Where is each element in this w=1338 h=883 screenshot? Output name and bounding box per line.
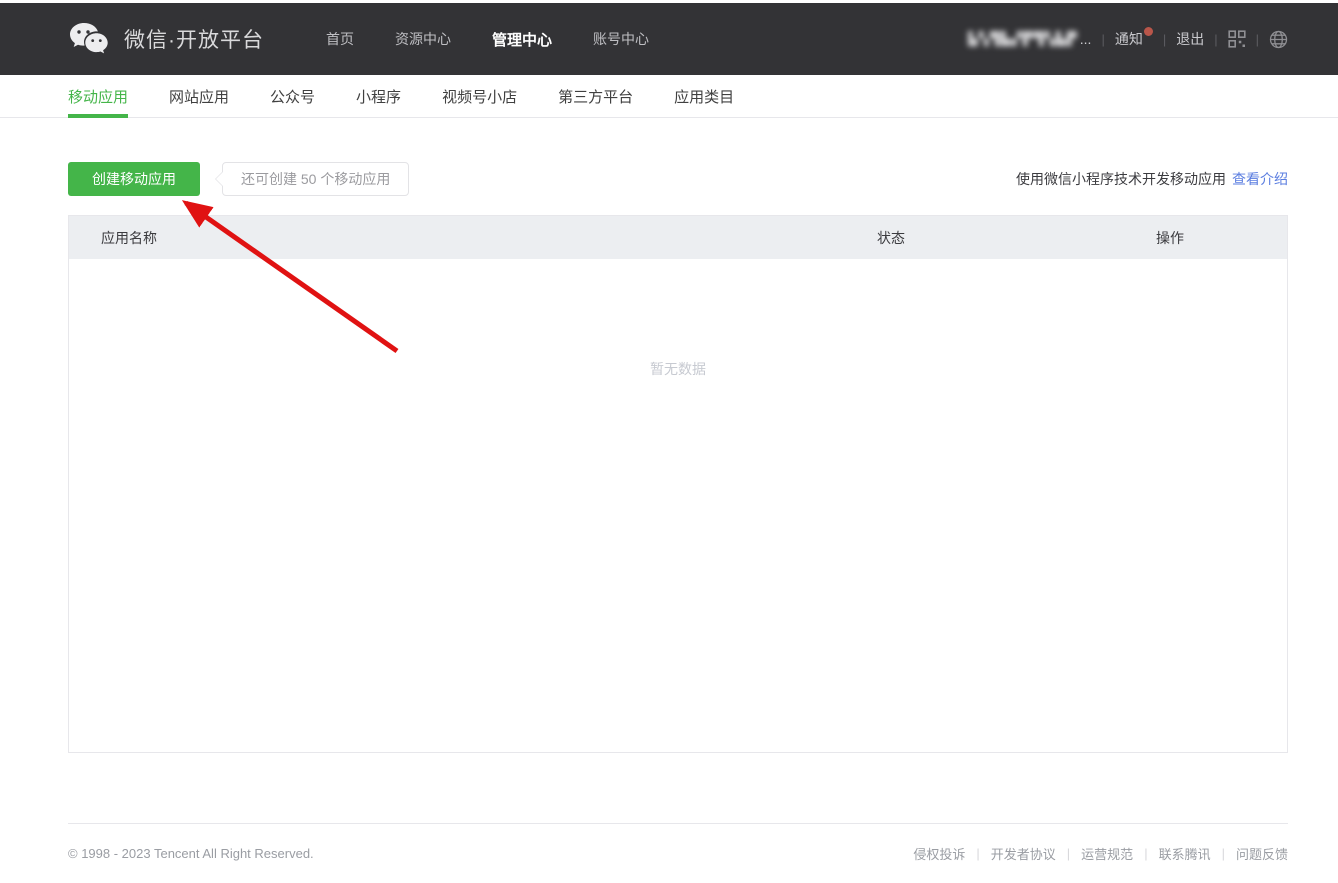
footer: © 1998 - 2023 Tencent All Right Reserved… <box>68 823 1288 863</box>
header-divider: | <box>1256 32 1259 47</box>
account-name-ellipsis: ... <box>1080 31 1092 47</box>
account-name-blurred[interactable]: ▙▚▜▙▞▛▜▚▙▛ <box>968 31 1078 47</box>
main-nav: 首页 资源中心 管理中心 账号中心 <box>326 29 649 50</box>
qr-code-icon[interactable] <box>1228 30 1246 48</box>
footer-separator: | <box>1067 846 1070 861</box>
header-divider: | <box>1101 32 1104 47</box>
tab-third-party-platform[interactable]: 第三方平台 <box>558 75 633 117</box>
app-header: 微信·开放平台 首页 资源中心 管理中心 账号中心 ▙▚▜▙▞▛▜▚▙▛ ...… <box>0 3 1338 75</box>
nav-home[interactable]: 首页 <box>326 29 354 49</box>
link-developer-agreement[interactable]: 开发者协议 <box>991 844 1056 863</box>
footer-separator: | <box>976 846 979 861</box>
column-action: 操作 <box>1156 228 1287 248</box>
copyright-text: © 1998 - 2023 Tencent All Right Reserved… <box>68 846 314 861</box>
empty-state-text: 暂无数据 <box>650 359 706 379</box>
header-divider: | <box>1214 32 1217 47</box>
link-infringement-complaint[interactable]: 侵权投诉 <box>913 844 965 863</box>
tab-website-app[interactable]: 网站应用 <box>169 75 229 117</box>
table-body: 暂无数据 <box>69 259 1287 752</box>
hint-text: 使用微信小程序技术开发移动应用 <box>1016 171 1226 187</box>
footer-separator: | <box>1144 846 1147 861</box>
language-globe-icon[interactable] <box>1269 30 1288 49</box>
notice-badge-dot <box>1144 27 1153 36</box>
header-divider: | <box>1163 32 1166 47</box>
tab-app-category[interactable]: 应用类目 <box>674 75 734 117</box>
logo-text: 微信·开放平台 <box>124 24 264 54</box>
create-mobile-app-button[interactable]: 创建移动应用 <box>68 162 200 196</box>
logo[interactable]: 微信·开放平台 <box>68 21 264 57</box>
footer-separator: | <box>1222 846 1225 861</box>
nav-account-center[interactable]: 账号中心 <box>593 29 649 49</box>
app-table: 应用名称 状态 操作 暂无数据 <box>68 215 1288 753</box>
quota-remaining-bubble: 还可创建 50 个移动应用 <box>222 162 409 196</box>
toolbar-row: 创建移动应用 还可创建 50 个移动应用 使用微信小程序技术开发移动应用查看介绍 <box>68 162 1288 196</box>
tab-mini-program[interactable]: 小程序 <box>356 75 401 117</box>
link-operation-rules[interactable]: 运营规范 <box>1081 844 1133 863</box>
nav-management-center[interactable]: 管理中心 <box>492 29 552 50</box>
header-right: ▙▚▜▙▞▛▜▚▙▛ ... | 通知 | 退出 | | <box>968 29 1288 49</box>
nav-resource-center[interactable]: 资源中心 <box>395 29 451 49</box>
main-content: 创建移动应用 还可创建 50 个移动应用 使用微信小程序技术开发移动应用查看介绍… <box>68 162 1288 753</box>
link-feedback[interactable]: 问题反馈 <box>1236 844 1288 863</box>
footer-links: 侵权投诉 | 开发者协议 | 运营规范 | 联系腾讯 | 问题反馈 <box>913 844 1288 863</box>
link-contact-tencent[interactable]: 联系腾讯 <box>1159 844 1211 863</box>
sub-nav: 移动应用 网站应用 公众号 小程序 视频号小店 第三方平台 应用类目 <box>0 75 1338 118</box>
view-intro-link[interactable]: 查看介绍 <box>1232 171 1288 187</box>
wechat-logo-icon <box>68 21 110 57</box>
tab-mobile-app[interactable]: 移动应用 <box>68 75 128 117</box>
toolbar-hint: 使用微信小程序技术开发移动应用查看介绍 <box>1016 169 1288 189</box>
logout-link[interactable]: 退出 <box>1176 29 1204 49</box>
tab-channels-shop[interactable]: 视频号小店 <box>442 75 517 117</box>
column-app-name: 应用名称 <box>69 228 877 248</box>
notice-link[interactable]: 通知 <box>1115 29 1153 49</box>
column-status: 状态 <box>877 228 1156 248</box>
wechat-open-platform-page: 微信·开放平台 首页 资源中心 管理中心 账号中心 ▙▚▜▙▞▛▜▚▙▛ ...… <box>0 0 1338 883</box>
table-header-row: 应用名称 状态 操作 <box>69 216 1287 259</box>
tab-official-account[interactable]: 公众号 <box>270 75 315 117</box>
